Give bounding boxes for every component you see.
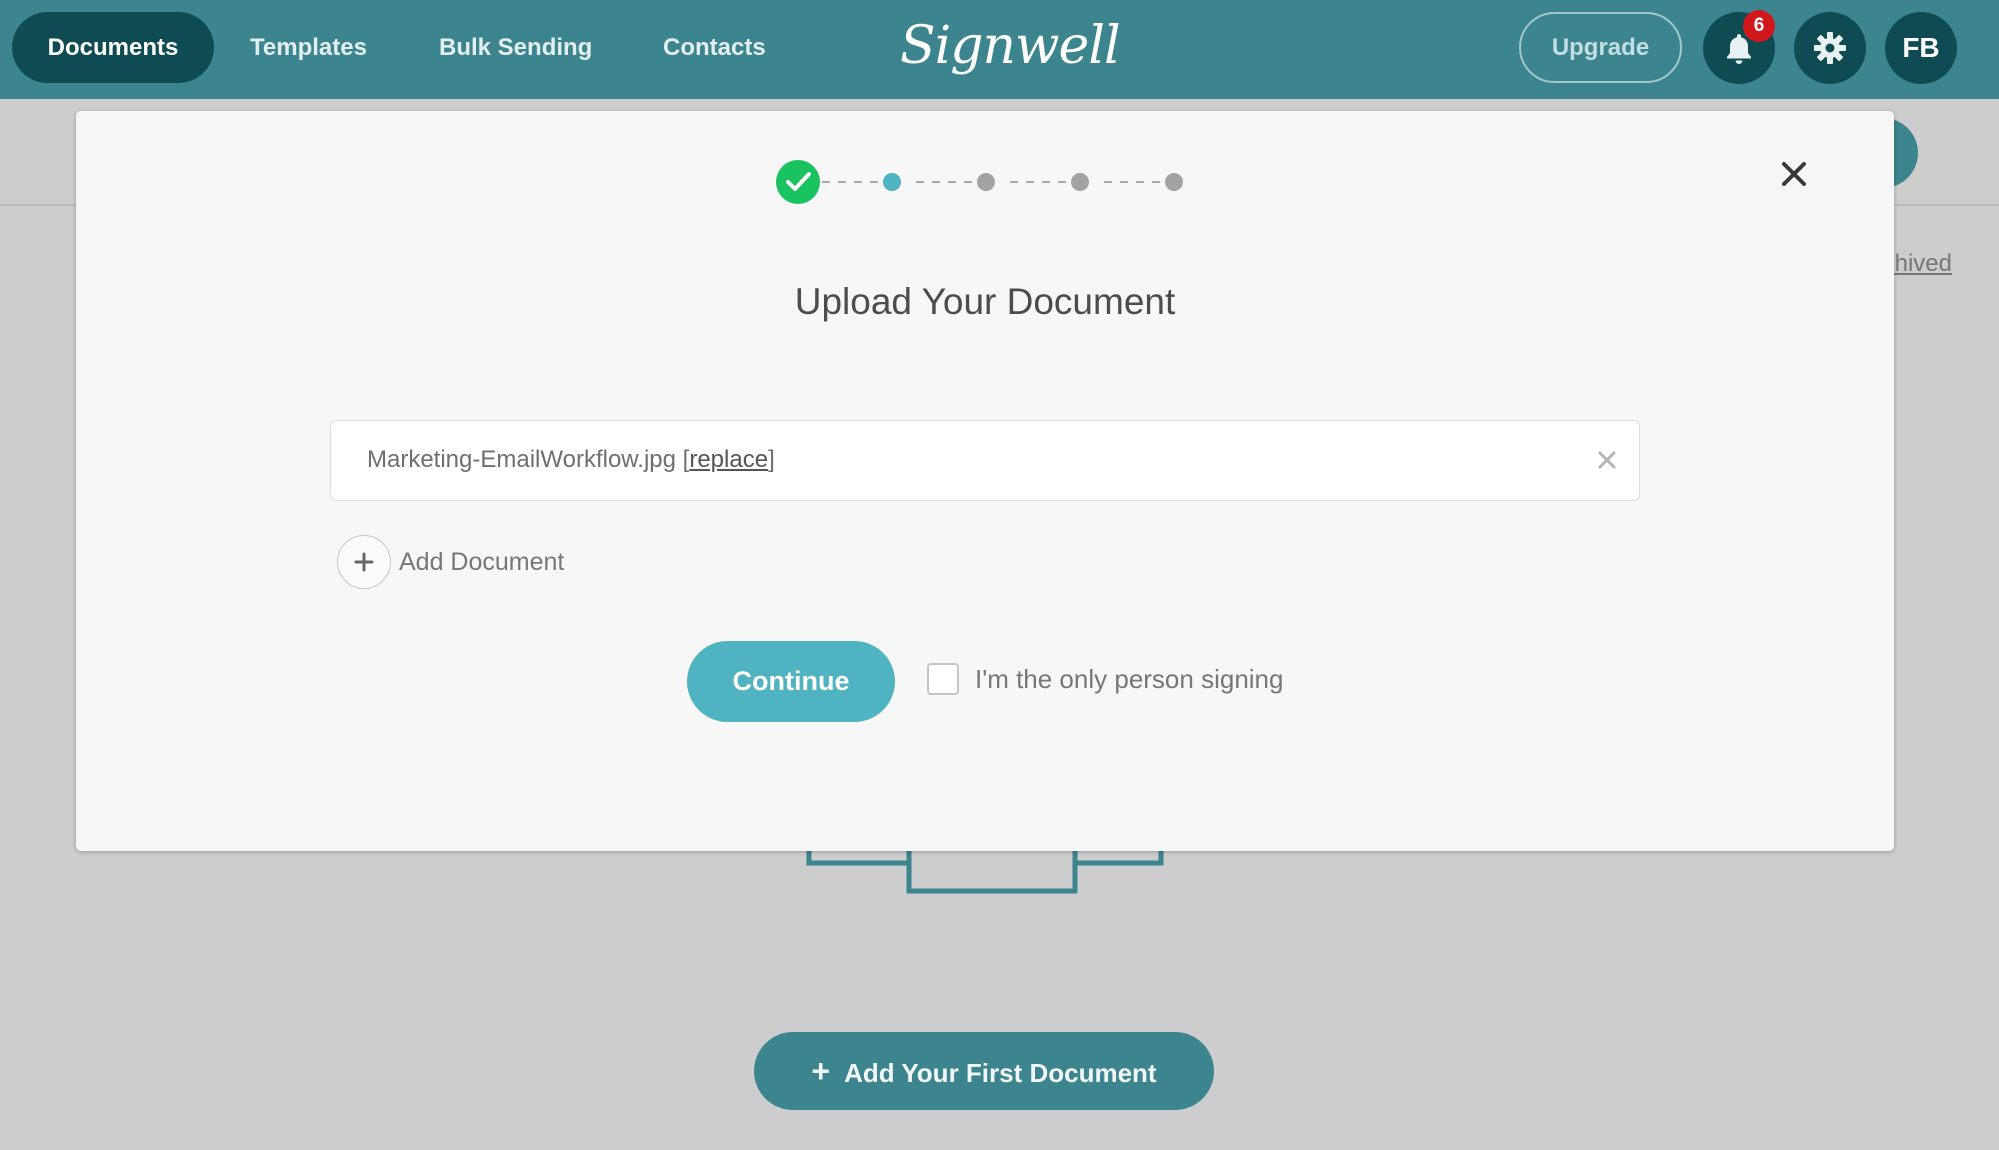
step-upcoming bbox=[1071, 173, 1089, 191]
nav-contacts[interactable]: Contacts bbox=[663, 12, 766, 83]
empty-state-illustration bbox=[806, 845, 1164, 894]
add-first-document-label: Add Your First Document bbox=[844, 1058, 1157, 1088]
background-archived-link: Archived bbox=[1892, 250, 1952, 277]
user-avatar-button[interactable]: FB bbox=[1885, 12, 1957, 84]
modal-title: Upload Your Document bbox=[794, 281, 1176, 322]
notifications-button[interactable]: 6 bbox=[1703, 10, 1775, 84]
uploaded-file-row: Marketing-EmailWorkflow.jpg [replace] bbox=[330, 420, 1640, 501]
only-signer-checkbox[interactable] bbox=[927, 663, 959, 695]
nav-documents[interactable]: Documents bbox=[12, 12, 214, 83]
nav-bulk-sending[interactable]: Bulk Sending bbox=[439, 12, 592, 83]
upload-document-modal: Upload Your Document Marketing-EmailWork… bbox=[76, 111, 1894, 851]
continue-button[interactable]: Continue bbox=[687, 641, 895, 722]
replace-file-link[interactable]: replace bbox=[689, 446, 768, 473]
add-document-label[interactable]: Add Document bbox=[399, 535, 564, 589]
nav-templates[interactable]: Templates bbox=[250, 12, 367, 83]
remove-file-icon[interactable] bbox=[1595, 448, 1619, 472]
close-icon[interactable] bbox=[1776, 156, 1812, 192]
file-name-text: Marketing-EmailWorkflow.jpg bbox=[367, 446, 676, 473]
progress-stepper bbox=[776, 160, 1183, 204]
upgrade-button[interactable]: Upgrade bbox=[1519, 12, 1682, 83]
step-upcoming bbox=[1165, 173, 1183, 191]
only-signer-label[interactable]: I'm the only person signing bbox=[975, 659, 1283, 699]
file-name: Marketing-EmailWorkflow.jpg [replace] bbox=[367, 421, 775, 499]
settings-button[interactable] bbox=[1794, 12, 1866, 84]
replace-bracket-close: ] bbox=[768, 446, 775, 473]
step-current bbox=[883, 173, 901, 191]
plus-icon: + bbox=[811, 1053, 831, 1089]
add-document-circle[interactable] bbox=[337, 535, 391, 589]
step-completed bbox=[776, 160, 820, 204]
top-navigation: Documents Templates Bulk Sending Contact… bbox=[0, 0, 1999, 99]
plus-icon bbox=[354, 552, 374, 572]
signwell-logo[interactable]: Signwell bbox=[900, 6, 1121, 86]
add-first-document-button: + Add Your First Document bbox=[754, 1032, 1214, 1110]
notification-count-badge: 6 bbox=[1743, 10, 1775, 42]
avatar-initials: FB bbox=[1902, 32, 1940, 63]
gear-icon bbox=[1814, 32, 1846, 64]
step-upcoming bbox=[977, 173, 995, 191]
